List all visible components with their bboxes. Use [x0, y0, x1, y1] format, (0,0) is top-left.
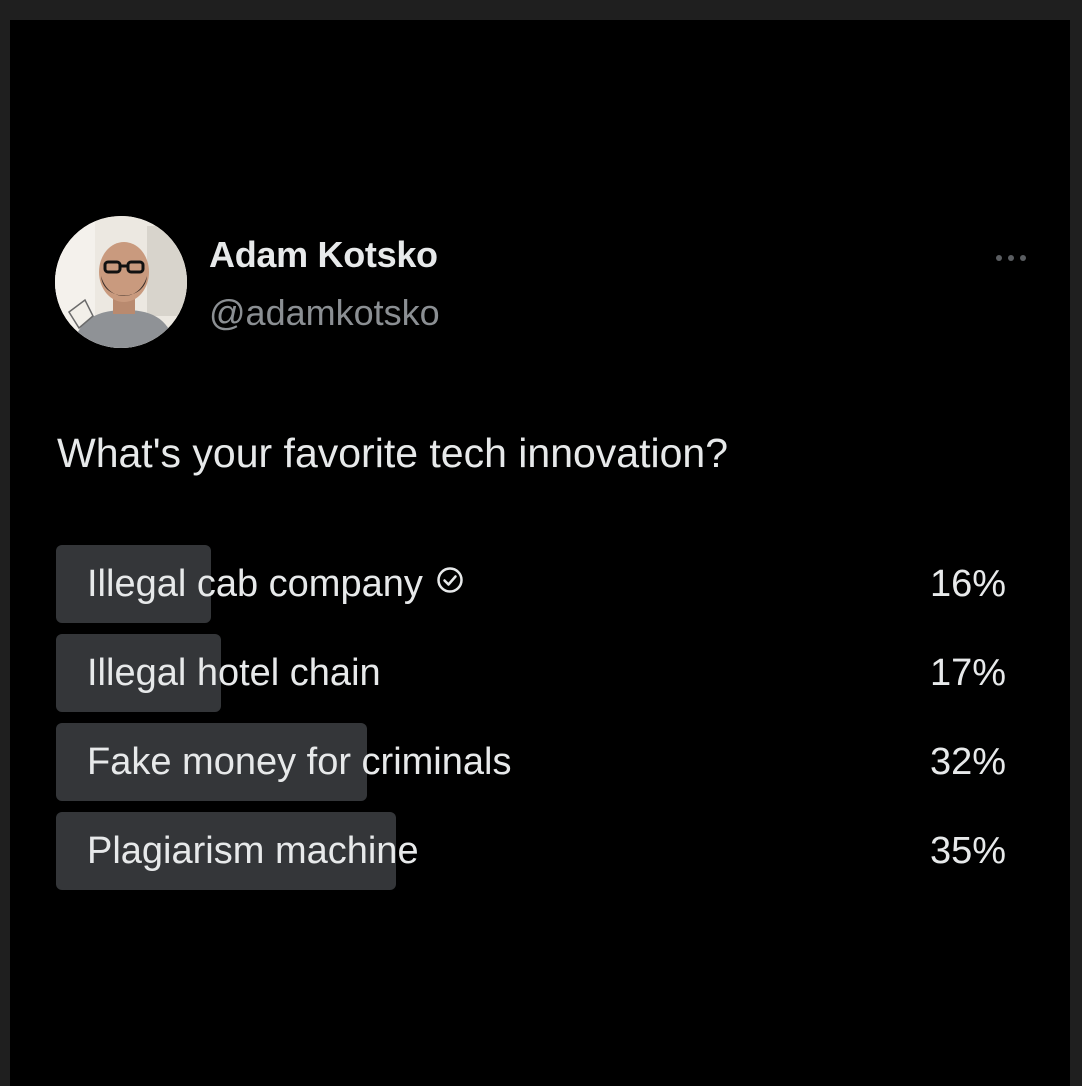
poll-option-label: Fake money for criminals	[87, 741, 512, 783]
avatar[interactable]	[55, 216, 187, 348]
poll-option-percent: 17%	[929, 652, 1006, 694]
tweet-text: What's your favorite tech innovation?	[57, 430, 729, 476]
author-name[interactable]: Adam Kotsko	[209, 234, 438, 276]
poll-option-label: Plagiarism machine	[87, 830, 419, 872]
author-handle[interactable]: @adamkotsko	[209, 292, 440, 334]
poll-option-percent: 35%	[929, 830, 1006, 872]
poll-option[interactable]: Illegal cab company 16%	[56, 545, 1006, 623]
poll: Illegal cab company 16% Illegal hotel ch…	[56, 545, 1006, 901]
more-dots-icon[interactable]	[990, 250, 1032, 266]
poll-option[interactable]: Illegal hotel chain 17%	[56, 634, 1006, 712]
poll-option[interactable]: Fake money for criminals 32%	[56, 723, 1006, 801]
tweet-card: Adam Kotsko @adamkotsko What's your favo…	[10, 20, 1070, 1086]
poll-option-label: Illegal hotel chain	[87, 652, 381, 694]
poll-option[interactable]: Plagiarism machine 35%	[56, 812, 1006, 890]
poll-option-percent: 32%	[929, 741, 1006, 783]
check-circle-icon	[435, 544, 465, 622]
poll-option-label: Illegal cab company	[87, 563, 423, 605]
poll-option-percent: 16%	[929, 563, 1006, 605]
